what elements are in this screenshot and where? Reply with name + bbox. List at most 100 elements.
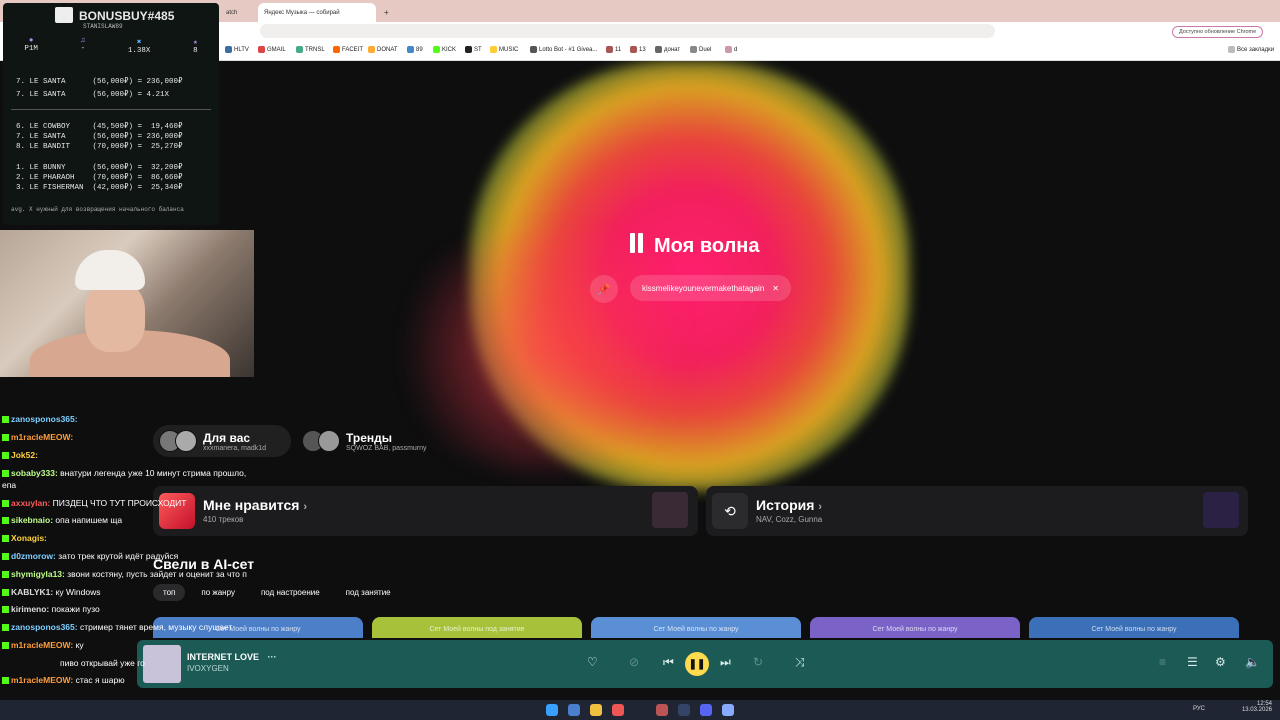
chat-message: Xonagis:: [2, 533, 47, 543]
bookmark-lotto[interactable]: Lotto Bot - #1 Givea...: [530, 46, 597, 53]
chat-message: пиво открывай уже го: [60, 658, 145, 668]
windows-taskbar: РУС 12:54 13.03.2026: [0, 700, 1280, 720]
player-bar: INTERNET LOVE ··· IVOXYGEN ♡ ⊘ ⏮ ❚❚ ⏭ ↻ …: [137, 640, 1273, 688]
star-icon: ★: [193, 39, 198, 47]
bonus-entry: 1. LE BUNNY (56,000₽) = 32,200₽: [16, 164, 183, 172]
bookmark-donat[interactable]: DONAT: [368, 46, 398, 53]
chat-message: sikebnaio: опа напишем ща: [2, 515, 122, 525]
volume-icon[interactable]: 🔈: [1245, 655, 1260, 669]
bookmark-faceit[interactable]: FACEIT: [333, 46, 363, 53]
bookmark-st[interactable]: ST: [465, 46, 482, 53]
repeat-icon[interactable]: ↻: [753, 655, 763, 669]
address-field[interactable]: [260, 24, 995, 38]
chrome-icon[interactable]: [612, 704, 624, 716]
queue-icon[interactable]: ☰: [1187, 655, 1198, 669]
widget-footer: avg. X нужный для возвращения начального…: [11, 206, 184, 213]
bookmark-89[interactable]: 89: [407, 46, 423, 53]
kick-icon: [2, 642, 9, 650]
steam-icon[interactable]: [678, 704, 690, 716]
chat-message: m1racleMEOW: стас я шарю: [2, 675, 125, 685]
bonus-entry: 7. LE SANTA (56,000₽) = 236,000₽: [16, 133, 183, 141]
bonus-entry: 2. LE PHARAOH (70,000₽) = 86,660₽: [16, 174, 183, 182]
bookmark-gmail[interactable]: GMAIL: [258, 46, 286, 53]
mix-card[interactable]: Сет Моей волны по жанру: [810, 617, 1020, 638]
stream-chat: zanosponos365: m1racleMEOW: Jok52: sobab…: [0, 408, 290, 688]
bookmark-trnsl[interactable]: TRNSL: [296, 46, 325, 53]
kick-icon: [2, 624, 9, 632]
all-bookmarks[interactable]: Все закладки: [1228, 46, 1274, 53]
trends-subtitle: SQWOZ BAB, passmurny: [346, 444, 427, 452]
headphones-icon: ♫: [80, 37, 86, 45]
chat-message: shymigyla13: звони костяну, пусть зайдет…: [2, 569, 247, 579]
kick-icon: [2, 535, 9, 543]
mix-card[interactable]: Сет Моей волны по жанру: [1029, 617, 1239, 638]
kick-icon: [2, 677, 9, 685]
chat-message: sobaby333: внатури легенда уже 10 минут …: [2, 468, 246, 478]
windows-start-icon[interactable]: [546, 704, 558, 716]
chat-message: Jok52:: [2, 450, 38, 460]
new-tab-button[interactable]: +: [378, 3, 392, 22]
chat-message: KABLYK1: ку Windows: [2, 587, 101, 597]
bookmark-d[interactable]: d: [725, 46, 737, 53]
chevron-right-icon: ›: [303, 501, 307, 513]
bookmark-11[interactable]: 11: [606, 46, 621, 53]
avatar: [318, 430, 340, 452]
browser-tab[interactable]: atch: [220, 3, 258, 22]
browser-tab-active[interactable]: Яндекс Музыка — собирай: [258, 3, 376, 22]
kick-icon: [2, 517, 9, 525]
bookmark-music[interactable]: MUSIC: [490, 46, 518, 53]
pause-button[interactable]: ❚❚: [685, 652, 709, 676]
filter-activity[interactable]: под занятие: [336, 584, 401, 601]
lyrics-icon[interactable]: ≡: [1159, 655, 1166, 669]
mix-card[interactable]: Сет Моей волны по жанру: [591, 617, 801, 638]
wave-seed-chip[interactable]: kissmelikeyouneverma­kethatagain ✕: [630, 275, 791, 301]
explorer-icon[interactable]: [590, 704, 602, 716]
pause-icon: [630, 233, 646, 259]
chat-message: zanosponos365:: [2, 414, 78, 424]
bookmark-donat-2[interactable]: донат: [655, 46, 680, 53]
discord-icon[interactable]: [700, 704, 712, 716]
logo-icon: [55, 7, 73, 23]
chat-message: m1racleMEOW: ку: [2, 640, 84, 650]
bookmark-duel[interactable]: Duel: [690, 46, 711, 53]
taskview-icon[interactable]: [568, 704, 580, 716]
update-chrome-button[interactable]: Доступно обновление Chrome: [1172, 26, 1264, 38]
person-face: [85, 282, 145, 352]
close-icon[interactable]: ✕: [772, 284, 779, 293]
trends-title: Тренды: [346, 430, 392, 445]
settings-icon[interactable]: ⚙: [1215, 655, 1226, 669]
webcam-feed: [0, 230, 254, 377]
bookmark-hltv[interactable]: HLTV: [225, 46, 249, 53]
mix-card[interactable]: Сет Моей волны под занятие: [372, 617, 582, 638]
kick-icon: [2, 553, 9, 561]
chat-message: kirimeno: покажи пузо: [2, 604, 100, 614]
kick-icon: [2, 571, 9, 579]
dislike-icon[interactable]: ⊘: [629, 655, 639, 669]
like-icon[interactable]: ♡: [587, 655, 598, 669]
cover-thumbnail: [1203, 492, 1239, 528]
app-icon[interactable]: [722, 704, 734, 716]
bookmark-kick[interactable]: KICK: [433, 46, 456, 53]
history-icon: ⟲: [712, 493, 748, 529]
my-wave-title[interactable]: Моя волна: [630, 233, 760, 259]
cover-thumbnail: [652, 492, 688, 528]
history-card[interactable]: ⟲ История › NAV, Cozz, Gunna: [706, 486, 1248, 536]
clock[interactable]: 12:54 13.03.2026: [1240, 701, 1272, 713]
bonus-entry: 6. LE COWBOY (45,500₽) = 19,460₽: [16, 123, 183, 131]
shuffle-off-icon[interactable]: ⤨: [795, 655, 805, 670]
bookmark-13[interactable]: 13: [630, 46, 646, 53]
pin-icon[interactable]: 📌: [590, 275, 618, 303]
kick-icon: [2, 416, 9, 424]
language-indicator[interactable]: РУС: [1193, 706, 1205, 712]
circle-icon: ●: [28, 37, 34, 45]
previous-icon[interactable]: ⏮: [663, 655, 674, 670]
history-subtitle: NAV, Cozz, Gunna: [756, 515, 823, 524]
chat-message: axxuylan: ПИЗДЕЦ ЧТО ТУТ ПРОИСХОДИТ: [2, 498, 186, 508]
trends-card[interactable]: Тренды SQWOZ BAB, passmurny: [296, 425, 446, 457]
bonusbuy-widget: BONUSBUY#485 STANISLAW89 ● P1M ♫ - ✖ 1.38X …: [3, 3, 219, 225]
kick-icon: [2, 434, 9, 442]
app-icon[interactable]: [656, 704, 668, 716]
kick-icon: [2, 606, 9, 614]
bonus-entry: 3. LE FISHERMAN (42,000₽) = 25,340₽: [16, 184, 183, 192]
next-icon[interactable]: ⏭: [720, 655, 731, 670]
